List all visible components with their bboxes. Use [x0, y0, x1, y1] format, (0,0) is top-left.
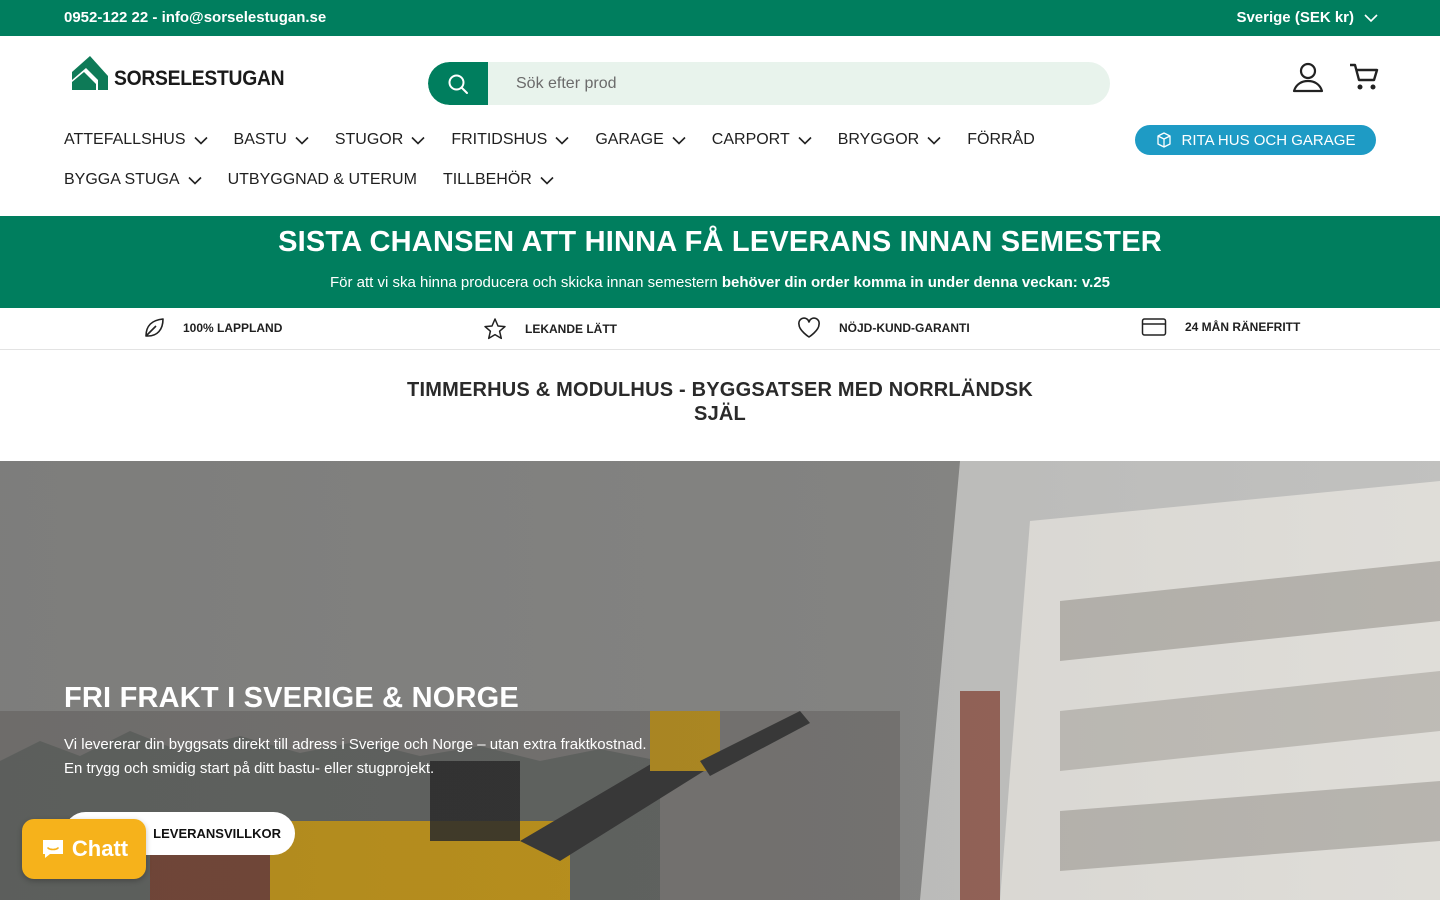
chevron-down-icon	[540, 176, 554, 185]
nav-label: BYGGA STUGA	[64, 171, 180, 188]
usp-label: NÖJD-KUND-GARANTI	[839, 321, 970, 335]
region-selector[interactable]: Sverige (SEK kr)	[1236, 9, 1378, 26]
usp-label: 100% LAPPLAND	[183, 321, 283, 335]
promo-text: För att vi ska hinna producera och skick…	[0, 274, 1440, 291]
account-link[interactable]	[1291, 60, 1325, 99]
nav-item-utbyggnad-uterum[interactable]: UTBYGGNAD & UTERUM	[228, 171, 417, 189]
hero-banner: FRI FRAKT I SVERIGE & NORGE Vi levererar…	[0, 461, 1440, 900]
promo-headline: SISTA CHANSEN ATT HINNA FÅ LEVERANS INNA…	[278, 226, 1162, 258]
chevron-down-icon	[672, 136, 686, 145]
tagline-line-1: TIMMERHUS & MODULHUS - BYGGSATSER MED NO…	[407, 379, 1033, 401]
page-tagline: TIMMERHUS & MODULHUS - BYGGSATSER MED NO…	[360, 378, 1080, 426]
nav-item-bygga-stuga[interactable]: BYGGA STUGA	[64, 171, 202, 189]
site-logo[interactable]: SORSELESTUGAN	[70, 54, 299, 92]
nav-label: BASTU	[233, 131, 287, 148]
nav-item-bastu[interactable]: BASTU	[234, 131, 309, 149]
nav-label: GARAGE	[595, 131, 664, 148]
star-icon	[484, 318, 506, 340]
draw-house-button[interactable]: RITA HUS OCH GARAGE	[1135, 125, 1376, 155]
chat-button[interactable]: Chatt	[22, 819, 146, 879]
main-nav-row-2: BYGGA STUGA UTBYGGNAD & UTERUM TILLBEHÖR	[64, 171, 580, 189]
hero-title: FRI FRAKT I SVERIGE & NORGE	[64, 682, 519, 714]
nav-label: CARPORT	[711, 131, 790, 148]
nav-item-carport[interactable]: CARPORT	[712, 131, 812, 149]
announcement-bar: 0952-122 22 - info@sorselestugan.se Sver…	[0, 0, 1440, 36]
promo-banner: SISTA CHANSEN ATT HINNA FÅ LEVERANS INNA…	[0, 216, 1440, 308]
nav-label: ATTEFALLSHUS	[64, 131, 186, 148]
usp-item: NÖJD-KUND-GARANTI	[797, 317, 970, 339]
user-icon	[1292, 62, 1324, 93]
usp-item: 100% LAPPLAND	[143, 317, 282, 339]
tagline-line-2: SJÄL	[694, 403, 746, 425]
nav-item-attefallshus[interactable]: ATTEFALLSHUS	[64, 131, 208, 149]
nav-label: UTBYGGNAD & UTERUM	[227, 171, 417, 188]
search-icon	[448, 74, 468, 94]
credit-card-icon	[1141, 318, 1167, 336]
nav-item-garage[interactable]: GARAGE	[595, 131, 686, 149]
search-button[interactable]	[428, 62, 488, 105]
cart-link[interactable]	[1348, 62, 1380, 97]
nav-label: FRITIDSHUS	[451, 131, 548, 148]
nav-label: BRYGGOR	[837, 131, 920, 148]
nav-label: STUGOR	[334, 131, 404, 148]
search-input[interactable]	[502, 62, 1092, 105]
chat-label: Chatt	[71, 836, 129, 861]
chat-bubble-icon	[42, 840, 63, 858]
search-bar	[428, 62, 1110, 105]
main-nav-row-1: ATTEFALLSHUS BASTU STUGOR FRITIDSHUS GAR…	[64, 131, 1061, 149]
logo-wordmark: SORSELESTUGAN	[114, 67, 285, 90]
usp-label: LEKANDE LÄTT	[525, 322, 617, 336]
region-label: Sverige (SEK kr)	[1236, 9, 1354, 26]
nav-label: TILLBEHÖR	[442, 171, 532, 188]
promo-text-regular: För att vi ska hinna producera och skick…	[329, 274, 722, 291]
draw-house-label: RITA HUS OCH GARAGE	[1181, 131, 1356, 149]
chevron-down-icon	[555, 136, 569, 145]
nav-item-fritidshus[interactable]: FRITIDSHUS	[451, 131, 569, 149]
chevron-down-icon	[927, 136, 941, 145]
chevron-down-icon	[798, 136, 812, 145]
box-icon	[1156, 132, 1171, 148]
nav-label: FÖRRÅD	[967, 131, 1035, 148]
leaf-icon	[145, 318, 164, 337]
hero-text: Vi levererar din byggsats direkt till ad…	[64, 733, 764, 781]
usp-bar: 100% LAPPLAND LEKANDE LÄTT NÖJD-KUND-GAR…	[0, 308, 1440, 350]
usp-item: 24 MÅN RÄNEFRITT	[1141, 317, 1300, 337]
nav-item-tillbehor[interactable]: TILLBEHÖR	[443, 171, 554, 189]
heart-icon	[798, 317, 820, 338]
chevron-down-icon	[295, 136, 309, 145]
chevron-down-icon	[1364, 13, 1378, 22]
hero-text-line-2: En trygg och smidig start på ditt bastu-…	[64, 760, 435, 777]
chevron-down-icon	[411, 136, 425, 145]
chevron-down-icon	[193, 136, 208, 145]
nav-item-bryggor[interactable]: BRYGGOR	[838, 131, 942, 149]
usp-item: LEKANDE LÄTT	[483, 317, 617, 341]
hero-text-line-1: Vi levererar din byggsats direkt till ad…	[64, 736, 647, 753]
nav-item-forrad[interactable]: FÖRRÅD	[967, 131, 1035, 149]
usp-label: 24 MÅN RÄNEFRITT	[1185, 320, 1301, 334]
nav-item-stugor[interactable]: STUGOR	[335, 131, 425, 149]
cart-icon	[1350, 63, 1379, 90]
contact-info[interactable]: 0952-122 22 - info@sorselestugan.se	[64, 9, 326, 26]
logo-icon	[72, 56, 108, 90]
chevron-down-icon	[188, 176, 202, 185]
promo-text-bold: behöver din order komma in under denna v…	[721, 274, 1111, 291]
